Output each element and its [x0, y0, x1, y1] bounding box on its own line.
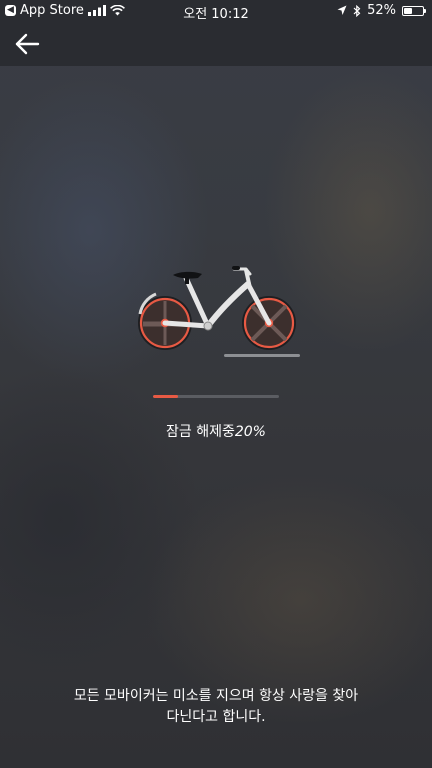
arrow-left-icon	[15, 33, 40, 55]
battery-level	[404, 7, 413, 14]
navigation-bar	[0, 22, 432, 66]
bluetooth-icon	[353, 4, 361, 17]
unlock-status-percent: 20%	[234, 424, 266, 440]
bike-illustration	[138, 266, 300, 357]
handlebar-grip	[232, 266, 240, 270]
unlock-screen: ◀ App Store 오전 10:12 52% 잠금 해제중20% 모든 모바…	[0, 0, 432, 768]
unlock-progress-bar	[153, 395, 279, 398]
crank-hub	[203, 321, 213, 331]
battery-tip	[424, 8, 426, 13]
battery-icon	[402, 5, 426, 16]
back-button[interactable]	[12, 30, 42, 58]
ground-shadow	[224, 354, 300, 357]
bike-seat	[173, 271, 202, 279]
footer-message-line-1: 모든 모바이커는 미소를 지으며 항상 사랑을 찾아	[73, 688, 359, 704]
unlock-status-label: 잠금 해제중	[166, 424, 235, 440]
footer-message-line-2: 다닌다고 합니다.	[166, 709, 266, 725]
status-bar-right: 52%	[337, 3, 426, 18]
location-arrow-icon	[337, 5, 347, 15]
battery-percent: 52%	[367, 3, 396, 18]
status-bar: ◀ App Store 오전 10:12 52%	[0, 0, 432, 22]
unlock-status: 잠금 해제중20%	[0, 421, 432, 441]
unlock-progress-fill	[153, 395, 179, 398]
footer-message: 모든 모바이커는 미소를 지으며 항상 사랑을 찾아 다닌다고 합니다.	[0, 686, 432, 728]
